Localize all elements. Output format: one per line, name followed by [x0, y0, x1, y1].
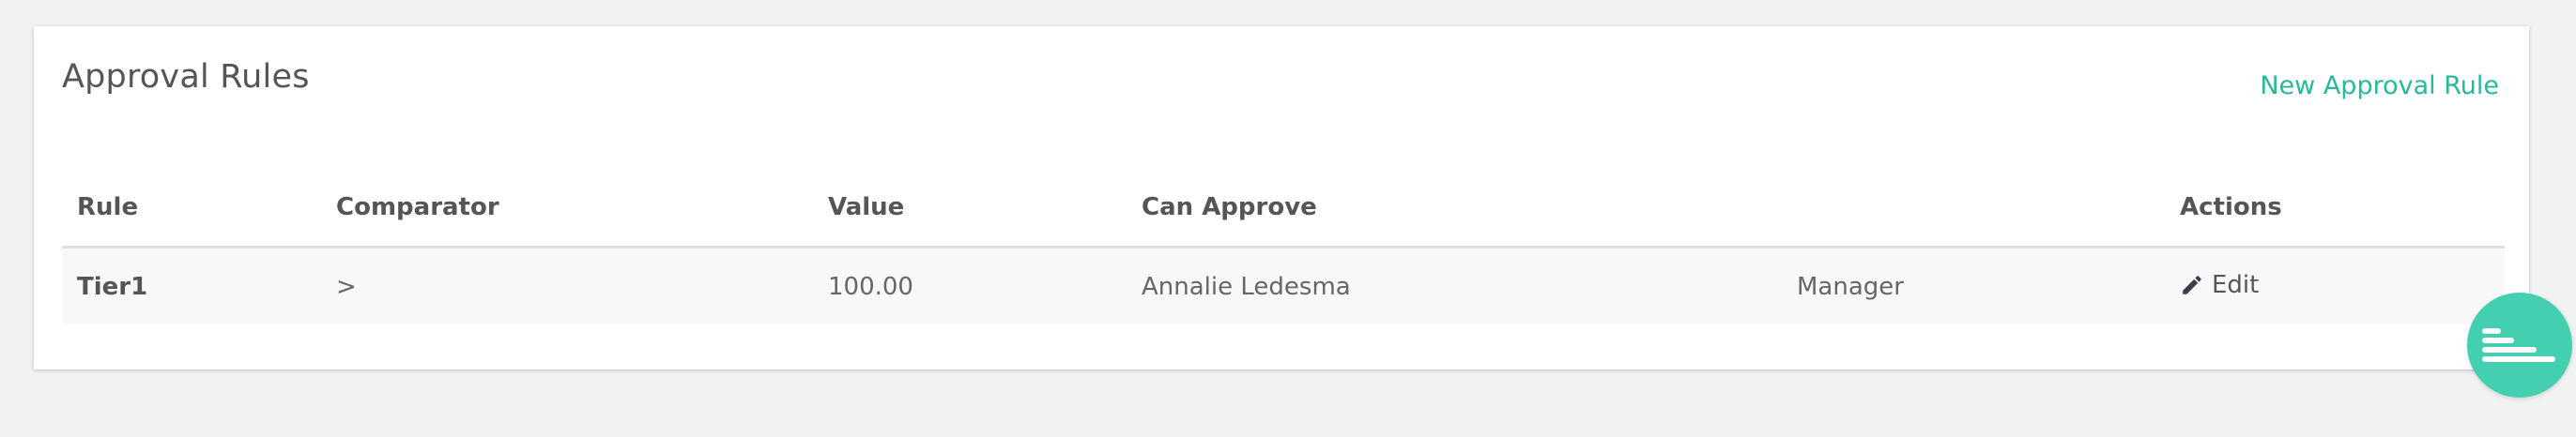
- table-header-row: Rule Comparator Value Can Approve Action…: [62, 165, 2505, 249]
- column-header-comparator: Comparator: [336, 193, 499, 221]
- floating-action-button[interactable]: [2467, 293, 2572, 398]
- pencil-icon: [2180, 273, 2204, 297]
- approval-rules-panel: Approval Rules New Approval Rule Rule Co…: [34, 26, 2529, 369]
- approver-name-cell: Annalie Ledesma: [1142, 273, 1351, 301]
- table-row: Tier1 > 100.00 Annalie Ledesma Manager E…: [62, 249, 2505, 324]
- comparator-cell: >: [336, 273, 357, 301]
- column-header-rule: Rule: [77, 193, 139, 221]
- rule-cell: Tier1: [77, 273, 148, 301]
- edit-label: Edit: [2212, 271, 2260, 299]
- column-header-actions: Actions: [2180, 193, 2282, 221]
- value-cell: 100.00: [828, 273, 913, 301]
- column-header-can-approve: Can Approve: [1142, 193, 1317, 221]
- page-title: Approval Rules: [62, 58, 310, 96]
- column-header-value: Value: [828, 193, 905, 221]
- approval-rules-table: Rule Comparator Value Can Approve Action…: [62, 165, 2505, 324]
- edit-button[interactable]: Edit: [2180, 271, 2259, 299]
- new-approval-rule-link[interactable]: New Approval Rule: [2260, 71, 2499, 100]
- approver-role-cell: Manager: [1797, 273, 1904, 301]
